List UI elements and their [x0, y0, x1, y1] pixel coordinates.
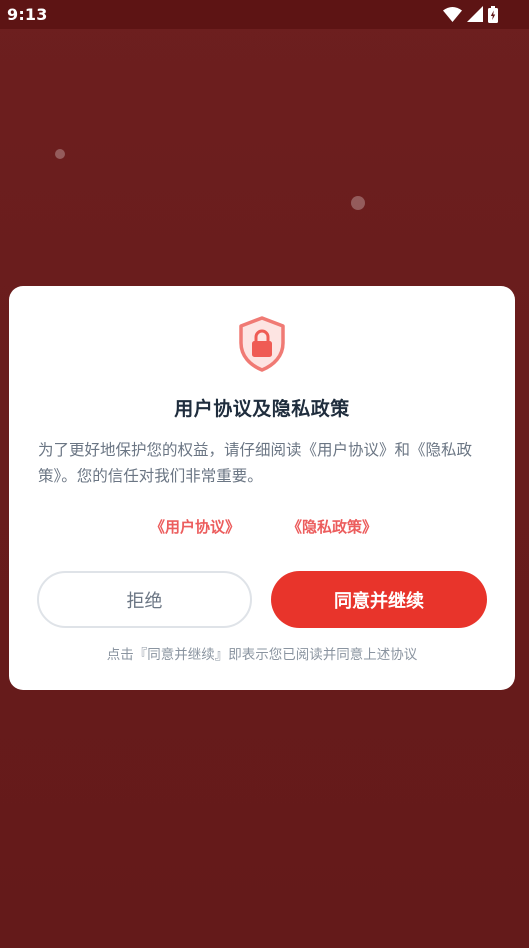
privacy-dialog: 用户协议及隐私政策 为了更好地保护您的权益，请仔细阅读《用户协议》和《隐私政策》…	[9, 286, 515, 690]
consent-footnote: 点击『同意并继续』即表示您已阅读并同意上述协议	[106, 647, 418, 663]
user-agreement-link[interactable]: 《用户协议》	[150, 516, 240, 537]
dialog-description: 为了更好地保护您的权益，请仔细阅读《用户协议》和《隐私政策》。您的信任对我们非常…	[38, 441, 473, 485]
privacy-policy-link[interactable]: 《隐私政策》	[287, 516, 377, 537]
dialog-title: 用户协议及隐私政策	[174, 398, 350, 420]
background-dot	[351, 196, 365, 210]
wifi-icon	[443, 6, 462, 22]
status-icons	[443, 5, 498, 23]
battery-charging-icon	[488, 5, 498, 23]
reject-button[interactable]: 拒绝	[37, 571, 252, 628]
background-dot	[55, 149, 65, 159]
agreement-links: 《用户协议》 《隐私政策》	[9, 516, 515, 538]
status-bar: 9:13	[0, 0, 529, 29]
shield-lock-icon	[239, 316, 285, 372]
agree-continue-button[interactable]: 同意并继续	[271, 571, 487, 628]
status-time: 9:13	[7, 5, 48, 24]
signal-icon	[467, 6, 483, 22]
